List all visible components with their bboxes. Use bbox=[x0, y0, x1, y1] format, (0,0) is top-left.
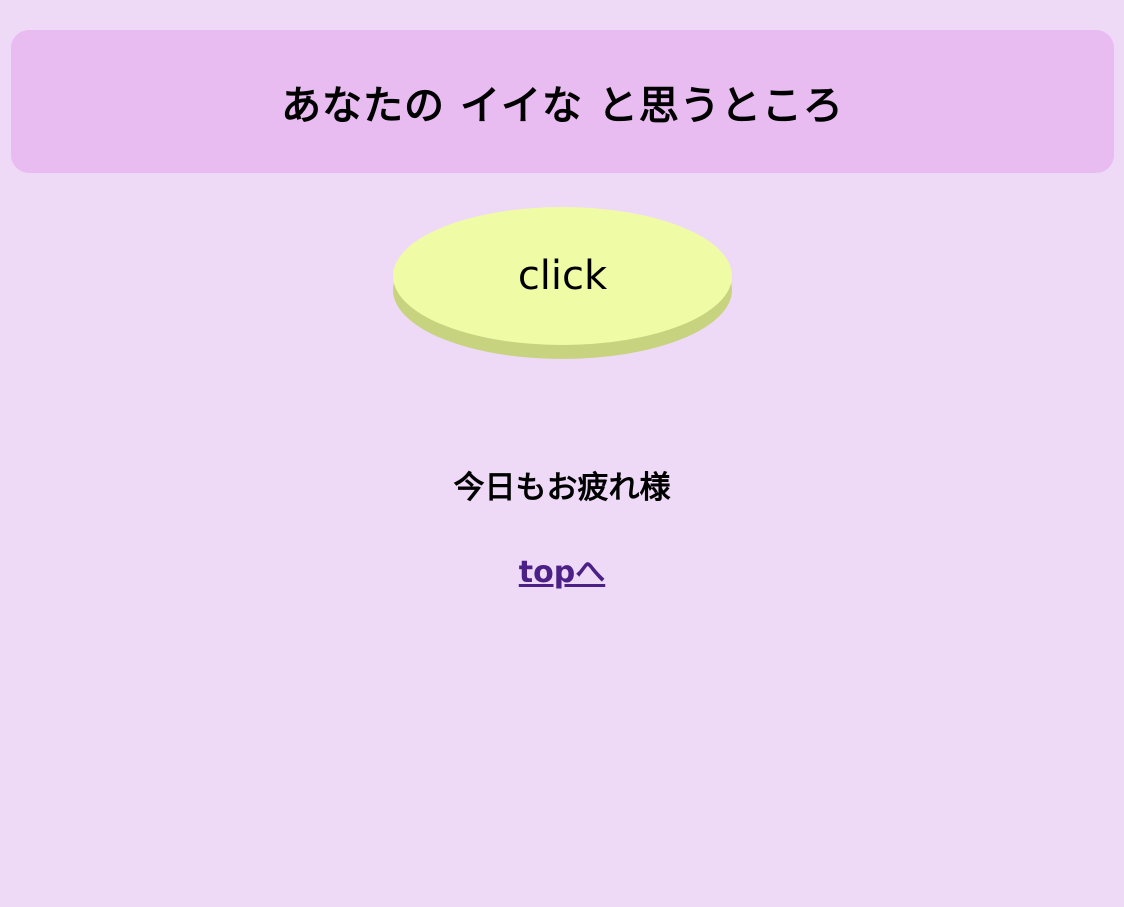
message-text: 今日もお疲れ様 bbox=[453, 470, 671, 506]
top-link[interactable]: topへ bbox=[519, 555, 605, 590]
header-banner: あなたの イイな と思うところ bbox=[11, 30, 1114, 173]
click-button[interactable]: click bbox=[393, 207, 732, 345]
page-title: あなたの イイな と思うところ bbox=[281, 81, 844, 129]
click-button-container: click bbox=[393, 207, 732, 359]
top-link-container: topへ bbox=[0, 547, 1124, 591]
